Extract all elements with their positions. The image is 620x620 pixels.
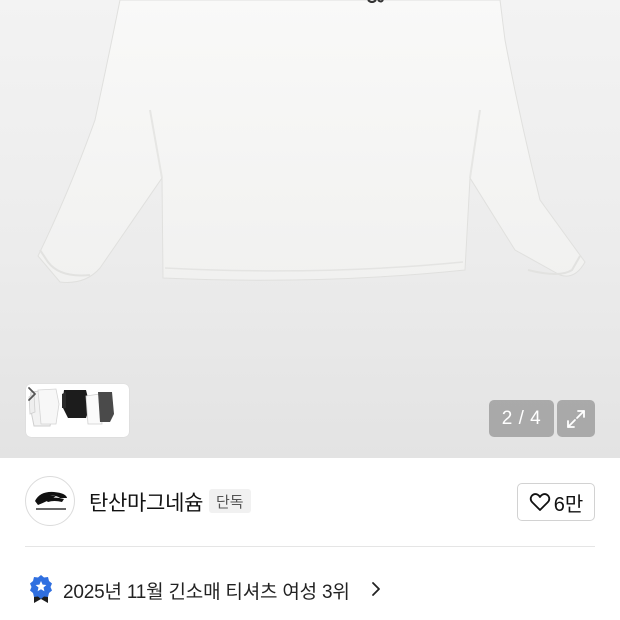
chevron-right-icon[interactable] bbox=[26, 384, 38, 404]
ranking-text: 2025년 11월 긴소매 티셔츠 여성 3위 bbox=[63, 582, 350, 603]
expand-image-button[interactable] bbox=[557, 400, 595, 437]
exclusive-badge-text: 단독 bbox=[216, 493, 244, 511]
section-divider bbox=[25, 546, 595, 547]
exclusive-badge: 단독 bbox=[209, 489, 251, 513]
heart-icon bbox=[529, 493, 550, 511]
chevron-right-icon bbox=[372, 582, 380, 596]
expand-arrows-icon bbox=[567, 409, 585, 428]
brand-logo-icon[interactable] bbox=[25, 476, 75, 526]
thumbnail-images bbox=[28, 388, 114, 427]
brand-row: 탄산마그네슘 단독 6만 bbox=[0, 458, 620, 546]
ranking-row[interactable]: 2025년 11월 긴소매 티셔츠 여성 3위 bbox=[0, 566, 620, 610]
like-button[interactable]: 6만 bbox=[517, 483, 595, 521]
image-page-counter: 2 / 4 bbox=[489, 400, 554, 437]
ranking-medal-icon bbox=[30, 575, 52, 603]
thumbnail-strip[interactable] bbox=[26, 384, 129, 437]
like-count: 6만 bbox=[553, 493, 584, 516]
brand-logo-mark bbox=[35, 491, 67, 510]
page-counter-text: 2 / 4 bbox=[501, 407, 542, 429]
brand-name[interactable]: 탄산마그네슘 bbox=[89, 487, 203, 517]
product-image-gallery[interactable]: 2 / 4 bbox=[0, 0, 620, 458]
